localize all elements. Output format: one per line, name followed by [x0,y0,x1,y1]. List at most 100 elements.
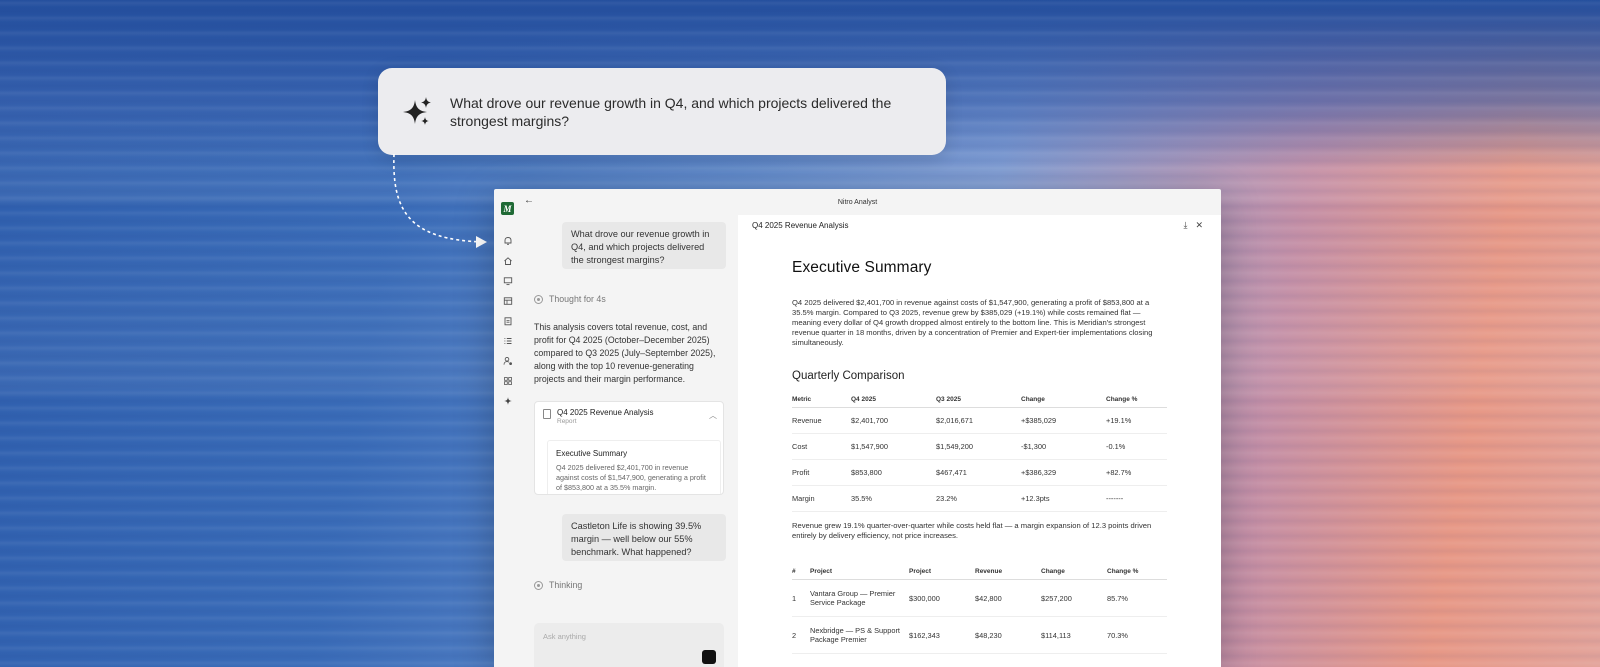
thinking-label: Thinking [549,580,583,590]
comparison-header-cell: Metric [792,396,851,408]
comparison-cell: +$385,029 [1021,407,1106,434]
monitor-icon[interactable] [503,276,513,286]
project-cell: $257,200 [1041,579,1107,617]
comparison-table: Metric Q4 2025 Q3 2025 Change Change % Reven… [792,396,1167,512]
thought-label: Thought for 4s [549,294,606,304]
comparison-cell: +82.7% [1106,459,1167,486]
comparison-row: Profit $853,800 $467,471 +$386,329 +82.7% [792,459,1167,486]
report-document: Executive Summary Q4 2025 delivered $2,4… [792,255,1167,654]
sparkle-icon [403,96,431,125]
thinking-icon [534,580,543,590]
thought-icon [534,294,543,304]
comparison-header-cell: Q4 2025 [851,396,936,408]
user-settings-icon[interactable] [503,356,513,366]
project-header-cell: Change % [1107,568,1167,580]
project-cell: $114,113 [1041,616,1107,654]
project-cell: 85.7% [1107,579,1167,617]
prompt-bubble: What drove our revenue growth in Q4, and… [378,68,946,155]
project-row: 2 Nexbridge — PS & Support Package Premie… [792,616,1167,654]
report-card-header: Q4 2025 Revenue Analysis Report [543,408,654,425]
app-logo[interactable]: M [501,202,514,215]
project-cell: Vantara Group — Premier Service Package [810,579,909,617]
list-icon[interactable] [503,336,513,346]
project-cell: $300,000 [909,579,975,617]
thinking-indicator: Thinking [534,580,582,590]
send-button[interactable] [702,650,716,664]
comparison-header-cell: Change % [1106,396,1167,408]
clipboard-icon[interactable] [503,316,513,326]
project-header-cell: # [792,568,810,580]
comparison-row: Cost $1,547,900 $1,549,200 -$1,300 -0.1% [792,433,1167,460]
title-bar: ← Nitro Analyst [494,189,1221,215]
chat-input[interactable]: Ask anything [534,623,724,667]
user-message: Castleton Life is showing 39.5% margin —… [562,514,726,561]
back-arrow-icon[interactable]: ← [524,195,534,206]
project-cell: 2 [792,616,810,654]
project-cell: 70.3% [1107,616,1167,654]
thought-indicator: Thought for 4s [534,294,606,304]
comparison-cell: -$1,300 [1021,433,1106,460]
projects-table: # Project Project Revenue Change Change % 1 Va… [792,568,1167,654]
comparison-cell: 23.2% [936,485,1021,512]
report-attachment-card[interactable]: Q4 2025 Revenue Analysis Report ︿ Execut… [534,401,724,495]
comparison-cell: +$386,329 [1021,459,1106,486]
comparison-cell: +12.3pts [1021,485,1106,512]
report-preview-title: Executive Summary [556,449,628,458]
close-icon[interactable]: ✕ [1195,220,1203,231]
report-panel-actions: ⤓ ✕ [1183,220,1203,231]
table-icon[interactable] [503,296,513,306]
comparison-cell: Profit [792,459,851,486]
comparison-heading: Quarterly Comparison [792,370,905,382]
comparison-cell: Margin [792,485,851,512]
report-preview: Executive Summary Q4 2025 delivered $2,4… [547,440,721,494]
comparison-cell: ------- [1106,485,1167,512]
comparison-cell: Revenue [792,407,851,434]
comparison-header-cell: Q3 2025 [936,396,1021,408]
app-title: Nitro Analyst [837,198,878,206]
comparison-cell: $1,547,900 [851,433,936,460]
comparison-header-cell: Change [1021,396,1106,408]
icon-rail: M [494,189,520,667]
project-cell: Nexbridge — PS & Support Package Premier [810,616,909,654]
project-header-cell: Revenue [975,568,1041,580]
project-row: 1 Vantara Group — Premier Service Package… [792,579,1167,617]
project-header-cell: Change [1041,568,1107,580]
comparison-cell: $2,016,671 [936,407,1021,434]
dashed-arrow-icon [393,153,487,248]
assistant-answer: This analysis covers total revenue, cost… [534,322,716,384]
project-header-cell: Project [810,568,909,580]
comparison-cell: -0.1% [1106,433,1167,460]
report-card-title: Q4 2025 Revenue Analysis [557,408,654,417]
chat-input-placeholder: Ask anything [543,632,586,641]
comparison-cell: $853,800 [851,459,936,486]
sparkle-icon[interactable] [503,396,513,406]
comparison-cell: $2,401,700 [851,407,936,434]
executive-summary-text: Q4 2025 delivered $2,401,700 in revenue … [792,298,1153,347]
comparison-cell: $1,549,200 [936,433,1021,460]
bell-icon[interactable] [503,236,513,246]
grid-icon[interactable] [503,376,513,386]
report-preview-body: Q4 2025 delivered $2,401,700 in revenue … [556,463,706,492]
chat-panel: What drove our revenue growth in Q4, and… [520,215,732,667]
comparison-cell: +19.1% [1106,407,1167,434]
report-panel: Q4 2025 Revenue Analysis ⤓ ✕ Executive S… [738,215,1221,667]
prompt-text: What drove our revenue growth in Q4, and… [450,94,892,129]
comparison-note: Revenue grew 19.1% quarter-over-quarter … [792,521,1152,540]
user-message: What drove our revenue growth in Q4, and… [562,222,726,269]
project-cell: $42,800 [975,579,1041,617]
comparison-cell: 35.5% [851,485,936,512]
project-cell: 1 [792,579,810,617]
chevron-up-icon[interactable]: ︿ [709,410,717,421]
document-icon [543,409,551,419]
project-cell: $162,343 [909,616,975,654]
comparison-cell: $467,471 [936,459,1021,486]
report-panel-title: Q4 2025 Revenue Analysis [752,221,849,230]
home-icon[interactable] [503,256,513,266]
project-header-cell: Project [909,568,975,580]
app-window: ← Nitro Analyst M What drove our revenue… [494,189,1221,667]
report-heading: Executive Summary [792,259,932,276]
comparison-cell: Cost [792,433,851,460]
download-icon[interactable]: ⤓ [1183,220,1187,231]
report-card-subtitle: Report [557,418,577,425]
project-cell: $48,230 [975,616,1041,654]
